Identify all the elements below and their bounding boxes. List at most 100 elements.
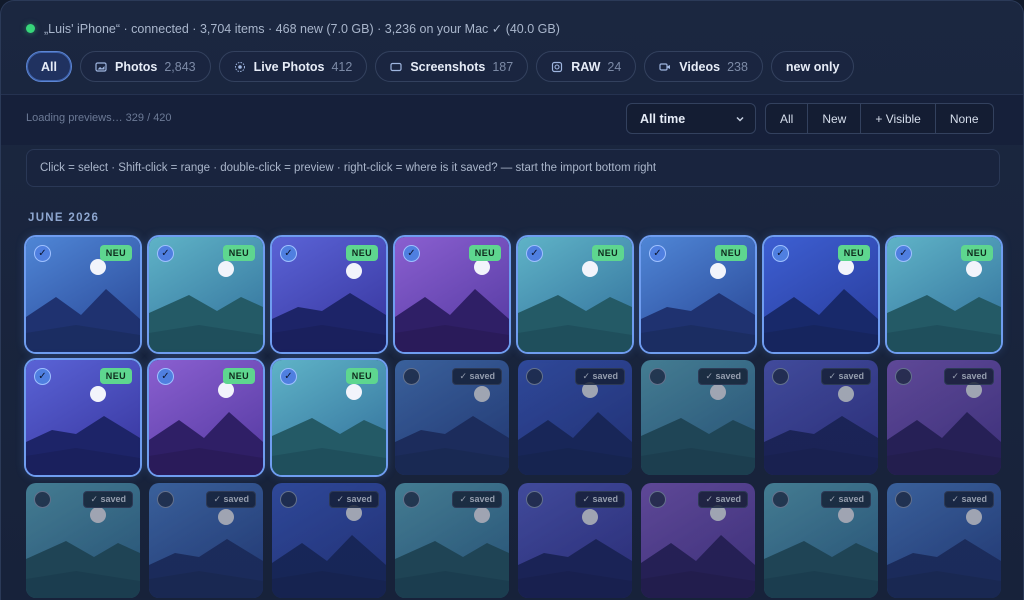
checkmark-icon[interactable]: ✓ xyxy=(34,245,51,262)
select-circle-icon[interactable] xyxy=(34,491,51,508)
connected-indicator-icon xyxy=(26,23,35,33)
select-circle-icon[interactable] xyxy=(157,491,174,508)
filter-label: Screenshots xyxy=(410,59,486,74)
select-circle-icon[interactable] xyxy=(649,368,666,385)
checkmark-icon[interactable]: ✓ xyxy=(526,245,543,262)
photo-tile[interactable]: ✓ NEU xyxy=(149,360,263,475)
checkmark-icon[interactable]: ✓ xyxy=(157,368,174,385)
select-visible-button[interactable]: + Visible xyxy=(860,104,934,133)
sun-icon xyxy=(218,261,234,277)
sun-icon xyxy=(474,386,490,402)
checkmark-icon[interactable]: ✓ xyxy=(34,368,51,385)
chevron-down-icon xyxy=(736,116,744,122)
photo-tile[interactable]: ✓ saved xyxy=(149,483,263,598)
sun-icon xyxy=(838,259,854,275)
saved-badge: ✓ saved xyxy=(821,368,871,385)
photo-tile[interactable]: ✓ saved xyxy=(395,360,509,475)
checkmark-icon[interactable]: ✓ xyxy=(772,245,789,262)
photo-import-window: „Luis' iPhone“ · connected · 3,704 items… xyxy=(0,0,1024,600)
saved-badge: ✓ saved xyxy=(83,491,133,508)
checkmark-icon[interactable]: ✓ xyxy=(280,368,297,385)
photo-tile[interactable]: ✓ saved xyxy=(641,360,755,475)
photo-tile[interactable]: ✓ NEU xyxy=(272,237,386,352)
filter-label: Photos xyxy=(114,59,158,74)
select-circle-icon[interactable] xyxy=(526,368,543,385)
photo-tile[interactable]: ✓ NEU xyxy=(395,237,509,352)
time-range-select[interactable]: All time xyxy=(626,103,756,134)
photo-tile[interactable]: ✓ saved xyxy=(764,483,878,598)
checkmark-icon[interactable]: ✓ xyxy=(895,245,912,262)
filter-label: All xyxy=(41,59,57,74)
select-circle-icon[interactable] xyxy=(772,368,789,385)
saved-badge: ✓ saved xyxy=(575,368,625,385)
checkmark-icon[interactable]: ✓ xyxy=(403,245,420,262)
photo-tile[interactable]: ✓ NEU xyxy=(764,237,878,352)
photo-tile[interactable]: ✓ NEU xyxy=(887,237,1001,352)
sun-icon xyxy=(838,507,854,523)
photo-icon xyxy=(95,61,107,72)
new-badge: NEU xyxy=(99,368,132,384)
photo-tile[interactable]: ✓ saved xyxy=(518,483,632,598)
filter-raw[interactable]: RAW 24 xyxy=(536,51,637,82)
select-none-button[interactable]: None xyxy=(934,104,993,133)
new-badge: NEU xyxy=(591,245,624,261)
filter-count: 24 xyxy=(607,59,622,74)
sun-icon xyxy=(218,509,234,525)
select-circle-icon[interactable] xyxy=(403,491,420,508)
select-circle-icon[interactable] xyxy=(649,491,666,508)
new-badge: NEU xyxy=(837,245,870,261)
live-photo-icon xyxy=(234,61,245,72)
photo-tile[interactable]: ✓ NEU xyxy=(272,360,386,475)
filter-videos[interactable]: Videos 238 xyxy=(644,51,763,82)
sun-icon xyxy=(474,507,490,523)
photo-tile[interactable]: ✓ saved xyxy=(272,483,386,598)
saved-badge: ✓ saved xyxy=(821,491,871,508)
select-circle-icon[interactable] xyxy=(403,368,420,385)
filter-count: 412 xyxy=(331,59,353,74)
sun-icon xyxy=(710,263,726,279)
filter-live-photos[interactable]: Live Photos 412 xyxy=(218,51,368,82)
photo-tile[interactable]: ✓ NEU xyxy=(149,237,263,352)
selection-buttons: All New + Visible None xyxy=(765,103,994,134)
select-new-button[interactable]: New xyxy=(807,104,860,133)
select-circle-icon[interactable] xyxy=(280,491,297,508)
sun-icon xyxy=(218,382,234,398)
sun-icon xyxy=(90,259,106,275)
sun-icon xyxy=(346,384,362,400)
filter-all[interactable]: All xyxy=(26,51,72,82)
filter-photos[interactable]: Photos 2,843 xyxy=(79,51,211,82)
photo-tile[interactable]: ✓ NEU xyxy=(26,360,140,475)
photo-tile[interactable]: ✓ NEU xyxy=(26,237,140,352)
checkmark-icon[interactable]: ✓ xyxy=(280,245,297,262)
sun-icon xyxy=(710,384,726,400)
filter-count: 187 xyxy=(492,59,514,74)
saved-badge: ✓ saved xyxy=(329,491,379,508)
select-all-button[interactable]: All xyxy=(766,104,807,133)
filter-label: Videos xyxy=(679,59,721,74)
photo-tile[interactable]: ✓ NEU xyxy=(518,237,632,352)
filter-screenshots[interactable]: Screenshots 187 xyxy=(375,51,529,82)
select-circle-icon[interactable] xyxy=(895,491,912,508)
photo-tile[interactable]: ✓ saved xyxy=(518,360,632,475)
time-range-value: All time xyxy=(640,111,686,126)
saved-badge: ✓ saved xyxy=(575,491,625,508)
photo-tile[interactable]: ✓ saved xyxy=(26,483,140,598)
filter-new-only[interactable]: new only xyxy=(770,51,855,82)
select-circle-icon[interactable] xyxy=(772,491,789,508)
checkmark-icon[interactable]: ✓ xyxy=(157,245,174,262)
sun-icon xyxy=(90,507,106,523)
photo-tile[interactable]: ✓ NEU xyxy=(641,237,755,352)
photo-tile[interactable]: ✓ saved xyxy=(887,360,1001,475)
sun-icon xyxy=(582,261,598,277)
sun-icon xyxy=(582,509,598,525)
select-circle-icon[interactable] xyxy=(895,368,912,385)
photo-tile[interactable]: ✓ saved xyxy=(641,483,755,598)
saved-badge: ✓ saved xyxy=(452,491,502,508)
photo-tile[interactable]: ✓ saved xyxy=(395,483,509,598)
photo-tile[interactable]: ✓ saved xyxy=(887,483,1001,598)
checkmark-icon[interactable]: ✓ xyxy=(649,245,666,262)
saved-badge: ✓ saved xyxy=(206,491,256,508)
photo-tile[interactable]: ✓ saved xyxy=(764,360,878,475)
filter-label: RAW xyxy=(571,59,601,74)
select-circle-icon[interactable] xyxy=(526,491,543,508)
